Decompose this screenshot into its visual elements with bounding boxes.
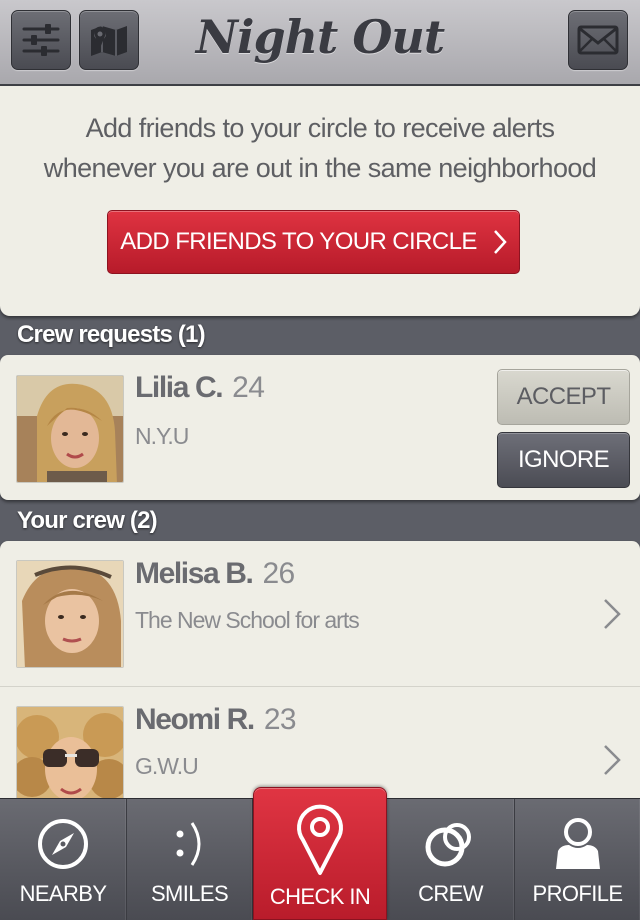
chevron-right-icon [493,230,507,254]
ignore-button[interactable]: IGNORE [497,432,630,488]
add-friends-label: ADD FRIENDS TO YOUR CIRCLE [120,228,477,255]
age-text: 23 [263,703,297,736]
school-text: N.Y.U [135,423,189,449]
compass-icon [38,819,88,869]
person-name: Neomi R. 23 [135,703,297,737]
age-text: 24 [232,371,265,404]
app-title: Night Out [195,10,445,64]
crew-request-row: Lilia C. 24 N.Y.U ACCEPT IGNORE [0,355,640,500]
location-pin-icon [297,804,343,875]
avatar [16,560,124,668]
accept-button[interactable]: ACCEPT [497,369,630,425]
add-friends-button[interactable]: ADD FRIENDS TO YOUR CIRCLE [107,210,520,274]
person-name: Melisa B. 26 [135,557,295,591]
tab-nearby[interactable]: NEARBY [0,799,127,920]
tab-profile[interactable]: PROFILE [515,799,640,920]
tab-label: CREW [418,881,483,906]
tab-label: CHECK IN [269,884,371,909]
smiley-icon [176,822,200,866]
chevron-right-icon [604,599,621,629]
tab-label: NEARBY [19,881,107,906]
crew-requests-title: Crew requests (1) [17,321,206,348]
name-text: Neomi R. [135,703,255,736]
rings-icon [425,823,471,867]
school-text: G.W.U [135,753,199,779]
tab-crew[interactable]: CREW [387,799,515,920]
name-text: Melisa B. [135,557,254,590]
avatar [16,375,124,483]
age-text: 26 [262,557,295,590]
school-text: The New School for arts [135,607,360,633]
chevron-right-icon [604,745,621,775]
app-header: Night Out [0,0,640,86]
messages-button[interactable] [568,10,628,70]
tab-label: PROFILE [532,881,624,906]
tab-check-in[interactable]: CHECK IN [253,787,387,920]
crew-request-card: Lilia C. 24 N.Y.U ACCEPT IGNORE [0,355,640,500]
your-crew-title: Your crew (2) [17,507,158,534]
list-item[interactable]: Melisa B. 26 The New School for arts [0,541,640,686]
invite-panel: Add friends to your circle to receive al… [0,86,640,316]
name-text: Lilia C. [135,371,224,404]
person-name: Lilia C. 24 [135,371,265,405]
tab-label: SMILES [150,881,229,906]
invite-message: Add friends to your circle to receive al… [43,113,597,183]
tab-smiles[interactable]: SMILES [127,799,253,920]
envelope-icon [577,25,619,55]
person-icon [555,818,600,869]
